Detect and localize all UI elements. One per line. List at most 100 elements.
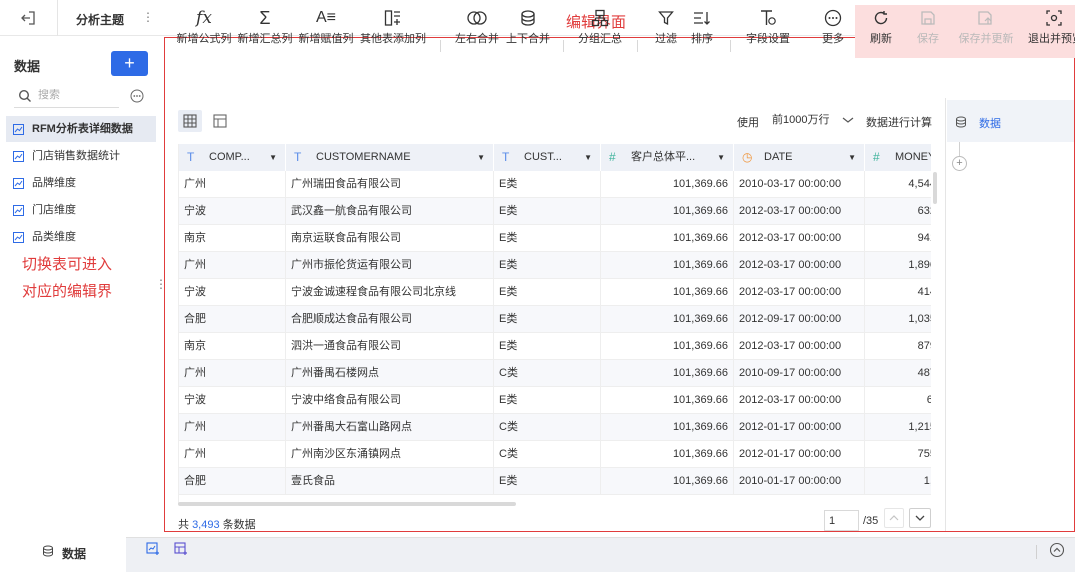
table-item-brand[interactable]: 品牌维度 xyxy=(6,170,156,196)
table-cell[interactable]: 4,544, xyxy=(865,171,931,198)
grid-view-toggle[interactable] xyxy=(178,110,202,132)
caret-down-icon[interactable]: ▼ xyxy=(848,144,856,171)
table-row[interactable]: 广州 广州番禺大石富山路网点 C类 101,369.66 2012-01-17 00:0… xyxy=(179,414,931,441)
prev-page-button[interactable] xyxy=(884,508,904,528)
sort-button[interactable]: 排序 xyxy=(686,5,718,57)
table-cell[interactable]: 1,035, xyxy=(865,306,931,333)
table-row[interactable]: 宁波 宁波金诚速程食品有限公司北京线 E类 101,369.66 2012-03-17 … xyxy=(179,279,931,306)
table-cell[interactable]: 414, xyxy=(865,279,931,306)
table-row[interactable]: 南京 南京运联食品有限公司 E类 101,369.66 2012-03-17 00:00… xyxy=(179,225,931,252)
table-cell[interactable]: 487, xyxy=(865,360,931,387)
flow-step-data[interactable]: 数据 xyxy=(947,100,1074,142)
add-summary-column-button[interactable]: Σ 新增汇总列 xyxy=(237,5,293,57)
column-header[interactable]: T COMP... ▼ xyxy=(179,144,286,171)
table-row[interactable]: 广州 广州瑞田食品有限公司 E类 101,369.66 2010-03-17 00:00… xyxy=(179,171,931,198)
table-cell[interactable]: 壹氏食品 xyxy=(286,468,494,495)
tab-data[interactable]: 数据 xyxy=(0,537,126,572)
collapse-up-icon[interactable] xyxy=(1049,542,1065,558)
table-cell[interactable]: 101,369.66 xyxy=(601,333,734,360)
table-cell[interactable]: E类 xyxy=(494,198,601,225)
add-table-button[interactable]: + xyxy=(111,51,148,76)
table-cell[interactable]: 广州瑞田食品有限公司 xyxy=(286,171,494,198)
caret-down-icon[interactable]: ▼ xyxy=(269,144,277,171)
search-input[interactable] xyxy=(38,89,116,101)
table-cell[interactable]: 101,369.66 xyxy=(601,198,734,225)
table-cell[interactable]: 101,369.66 xyxy=(601,360,734,387)
table-cell[interactable]: 宁波 xyxy=(179,279,286,306)
table-cell[interactable]: 2010-03-17 00:00:00 xyxy=(734,171,865,198)
filter-button[interactable]: 过滤 xyxy=(650,5,682,57)
table-cell[interactable]: 101,369.66 xyxy=(601,468,734,495)
table-cell[interactable]: C类 xyxy=(494,441,601,468)
table-item-store-sales[interactable]: 门店销售数据统计 xyxy=(6,143,156,169)
table-cell[interactable]: 南京 xyxy=(179,333,286,360)
caret-down-icon[interactable]: ▼ xyxy=(477,144,485,171)
table-item-store[interactable]: 门店维度 xyxy=(6,197,156,223)
table-cell[interactable]: E类 xyxy=(494,333,601,360)
column-header[interactable]: # 客户总体平... ▼ xyxy=(601,144,734,171)
table-cell[interactable]: E类 xyxy=(494,279,601,306)
table-cell[interactable]: 2012-09-17 00:00:00 xyxy=(734,306,865,333)
table-item-rfm[interactable]: RFM分析表详细数据 xyxy=(6,116,156,142)
add-column-from-table-button[interactable]: 其他表添加列 xyxy=(360,5,426,57)
table-cell[interactable]: 南京 xyxy=(179,225,286,252)
table-cell[interactable]: 101,369.66 xyxy=(601,387,734,414)
vertical-scrollbar[interactable] xyxy=(933,172,937,204)
refresh-button[interactable]: 刷新 xyxy=(864,5,898,57)
table-cell[interactable]: 101,369.66 xyxy=(601,252,734,279)
save-button[interactable]: 保存 xyxy=(911,5,945,57)
table-cell[interactable]: 宁波 xyxy=(179,198,286,225)
table-cell[interactable]: 101,369.66 xyxy=(601,171,734,198)
table-cell[interactable]: 101,369.66 xyxy=(601,441,734,468)
table-cell[interactable]: 64 xyxy=(865,387,931,414)
layout-view-toggle[interactable] xyxy=(208,110,232,132)
add-assign-column-button[interactable]: A≡ 新增赋值列 xyxy=(298,5,354,57)
table-cell[interactable]: 2012-01-17 00:00:00 xyxy=(734,414,865,441)
table-cell[interactable]: E类 xyxy=(494,306,601,333)
table-cell[interactable]: 2010-09-17 00:00:00 xyxy=(734,360,865,387)
table-cell[interactable]: 宁波金诚速程食品有限公司北京线 xyxy=(286,279,494,306)
caret-down-icon[interactable]: ▼ xyxy=(584,144,592,171)
table-item-category[interactable]: 品类维度 xyxy=(6,224,156,250)
table-cell[interactable]: E类 xyxy=(494,225,601,252)
table-cell[interactable]: 泗洪一通食品有限公司 xyxy=(286,333,494,360)
table-row[interactable]: 广州 广州番禺石楼网点 C类 101,369.66 2010-09-17 00:00:0… xyxy=(179,360,931,387)
table-cell[interactable]: 广州 xyxy=(179,441,286,468)
table-cell[interactable]: 2012-03-17 00:00:00 xyxy=(734,225,865,252)
horizontal-scrollbar[interactable] xyxy=(178,502,516,506)
group-summary-button[interactable]: 分组汇总 xyxy=(576,5,624,57)
table-cell[interactable]: 632, xyxy=(865,198,931,225)
column-header[interactable]: # MONEY xyxy=(865,144,931,171)
table-cell[interactable]: 宁波 xyxy=(179,387,286,414)
topic-more-icon[interactable]: ⋮ xyxy=(142,10,154,24)
table-cell[interactable]: E类 xyxy=(494,252,601,279)
table-cell[interactable]: 879, xyxy=(865,333,931,360)
table-cell[interactable]: 广州 xyxy=(179,414,286,441)
column-header[interactable]: T CUSTOMERNAME ▼ xyxy=(286,144,494,171)
table-cell[interactable]: 广州 xyxy=(179,360,286,387)
add-step-icon[interactable]: + xyxy=(952,156,967,171)
table-cell[interactable]: 合肥顺成达食品有限公司 xyxy=(286,306,494,333)
table-cell[interactable]: 合肥 xyxy=(179,468,286,495)
table-cell[interactable]: 宁波中络食品有限公司 xyxy=(286,387,494,414)
exit-icon[interactable] xyxy=(20,10,38,26)
add-formula-column-button[interactable]: fx 新增公式列 xyxy=(176,5,232,57)
table-cell[interactable]: C类 xyxy=(494,360,601,387)
row-limit-select[interactable]: 前1000万行 xyxy=(766,109,858,131)
table-cell[interactable]: E类 xyxy=(494,387,601,414)
table-row[interactable]: 合肥 合肥顺成达食品有限公司 E类 101,369.66 2012-09-17 00:0… xyxy=(179,306,931,333)
table-cell[interactable]: 755, xyxy=(865,441,931,468)
column-header[interactable]: T CUST... ▼ xyxy=(494,144,601,171)
table-cell[interactable]: 广州 xyxy=(179,171,286,198)
table-cell[interactable]: 1,215, xyxy=(865,414,931,441)
column-header[interactable]: ◷ DATE ▼ xyxy=(734,144,865,171)
more-button[interactable]: 更多 xyxy=(816,5,850,57)
table-cell[interactable]: 2012-03-17 00:00:00 xyxy=(734,333,865,360)
page-number-input[interactable] xyxy=(824,510,859,531)
save-and-update-button[interactable]: 保存并更新 xyxy=(957,5,1015,57)
table-cell[interactable]: 2012-03-17 00:00:00 xyxy=(734,387,865,414)
table-cell[interactable]: 广州市振伦货运有限公司 xyxy=(286,252,494,279)
table-row[interactable]: 宁波 武汉鑫一航食品有限公司 E类 101,369.66 2012-03-17 00:0… xyxy=(179,198,931,225)
table-cell[interactable]: 广州南沙区东涌镇网点 xyxy=(286,441,494,468)
table-cell[interactable]: 武汉鑫一航食品有限公司 xyxy=(286,198,494,225)
